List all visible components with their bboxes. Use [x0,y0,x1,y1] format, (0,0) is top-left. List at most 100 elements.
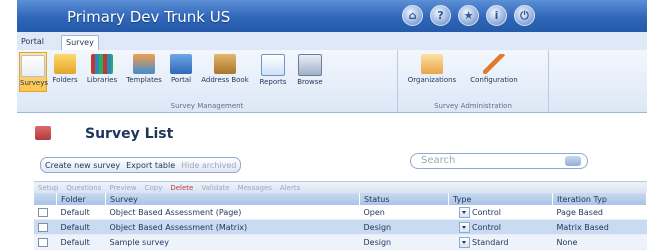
app-window: Primary Dev Trunk US ⌂ ? ★ i ⏻ Portal Su… [0,0,647,250]
copy-button[interactable]: Copy [145,184,163,192]
iteration-type-cell: None [552,234,647,250]
title-bar: Primary Dev Trunk US ⌂ ? ★ i ⏻ [17,0,647,32]
reports-label: Reports [259,78,287,86]
row-select[interactable] [34,205,57,220]
status-dropdown-icon[interactable] [458,206,470,218]
alerts-button[interactable]: Alerts [280,184,300,192]
help-icon[interactable]: ? [430,5,451,26]
templates-button[interactable]: Templates [123,52,165,92]
row-checkbox[interactable] [38,207,48,217]
home-icon[interactable]: ⌂ [402,5,423,26]
survey-list-icon [35,126,51,140]
search-field[interactable]: Search [410,153,588,169]
folder-column-header[interactable]: Folder [56,193,106,205]
app-title: Primary Dev Trunk US [67,8,231,26]
address-book-label: Address Book [201,76,249,84]
books-icon [91,54,113,74]
status-cell[interactable]: Open [359,205,449,220]
status-column-header[interactable]: Status [359,193,449,205]
search-icon[interactable] [565,156,581,166]
type-value: Standard [472,237,509,247]
title-icon-bar: ⌂ ? ★ i ⏻ [402,5,535,26]
tools-icon [483,54,505,74]
info-icon[interactable]: i [486,5,507,26]
survey-cell[interactable]: Object Based Assessment (Page) [105,205,360,220]
browse-label: Browse [297,78,323,86]
portal-button[interactable]: Portal [167,52,195,92]
type-value: Control [472,207,501,217]
star-icon[interactable]: ★ [458,5,479,26]
libraries-label: Libraries [86,76,118,84]
tab-portal[interactable]: Portal [17,35,48,49]
folders-label: Folders [52,76,78,84]
tab-survey[interactable]: Survey [61,35,99,50]
status-value: Open [363,207,385,217]
blocks-icon [133,54,155,74]
address-book-icon [214,54,236,74]
create-new-survey-button[interactable]: Create new survey [45,161,120,170]
survey-administration-group-label: Survey Administration [434,102,512,110]
row-checkbox[interactable] [38,237,48,247]
row-select[interactable] [34,219,57,235]
survey-table: Folder Survey Status Type Iteration Typ … [34,193,647,250]
survey-cell[interactable]: Object Based Assessment (Matrix) [105,219,360,235]
surveys-label: Surveys [20,79,48,87]
preview-button[interactable]: Preview [109,184,136,192]
organizations-button[interactable]: Organizations [402,52,462,92]
hide-archived-button[interactable]: Hide archived [181,161,236,170]
ribbon-group-survey-management: Surveys Folders Libraries Templates Port… [17,50,398,112]
setup-button[interactable]: Setup [38,184,58,192]
status-value: Design [363,222,392,232]
status-dropdown-icon[interactable] [458,236,470,248]
validate-button[interactable]: Validate [201,184,229,192]
row-select[interactable] [34,234,57,250]
status-value: Design [363,237,392,247]
browse-button[interactable]: Browse [293,52,327,92]
survey-management-group-label: Survey Management [170,102,244,110]
configuration-label: Configuration [470,76,518,84]
type-cell: Standard [448,234,553,250]
ribbon-group-survey-administration: Organizations Configuration Survey Admin… [398,50,549,112]
type-column-header[interactable]: Type [448,193,553,205]
table-row[interactable]: Default Object Based Assessment (Page) O… [34,205,647,220]
folder-cell: Default [56,219,106,235]
delete-button[interactable]: Delete [170,184,193,192]
monitor-icon [298,54,322,76]
ribbon-toolbar: Surveys Folders Libraries Templates Port… [17,50,647,113]
table-row[interactable]: Default Object Based Assessment (Matrix)… [34,219,647,235]
search-input[interactable]: Search [421,155,455,166]
clipboard-icon [21,55,45,77]
organization-icon [421,54,443,74]
window-icon [170,54,192,74]
survey-cell[interactable]: Sample survey [105,234,360,250]
status-dropdown-icon[interactable] [458,221,470,233]
main-tabs: Portal Survey [17,32,647,51]
folder-cell: Default [56,234,106,250]
survey-column-header[interactable]: Survey [105,193,360,205]
power-icon[interactable]: ⏻ [514,5,535,26]
iteration-type-cell: Matrix Based [552,219,647,235]
page-title: Survey List [85,126,174,142]
report-icon [261,54,285,76]
surveys-button[interactable]: Surveys [19,52,48,92]
survey-toolbar: Setup Questions Preview Copy Delete Vali… [34,181,647,193]
survey-action-bar: Create new survey Export table Hide arch… [40,157,242,173]
status-cell[interactable]: Design [359,234,449,250]
table-header-row: Folder Survey Status Type Iteration Typ [34,193,647,205]
iteration-type-column-header[interactable]: Iteration Typ [552,193,647,205]
status-cell[interactable]: Design [359,219,449,235]
configuration-button[interactable]: Configuration [464,52,524,92]
type-cell: Control [448,205,553,220]
export-table-button[interactable]: Export table [126,161,175,170]
messages-button[interactable]: Messages [238,184,272,192]
questions-button[interactable]: Questions [66,184,101,192]
libraries-button[interactable]: Libraries [83,52,121,92]
address-book-button[interactable]: Address Book [197,52,253,92]
reports-button[interactable]: Reports [255,52,291,92]
row-checkbox[interactable] [38,222,48,232]
folders-button[interactable]: Folders [49,52,81,92]
type-cell: Control [448,219,553,235]
table-row[interactable]: Default Sample survey Design Standard No… [34,234,647,250]
select-column-header [34,193,57,205]
iteration-type-cell: Page Based [552,205,647,220]
